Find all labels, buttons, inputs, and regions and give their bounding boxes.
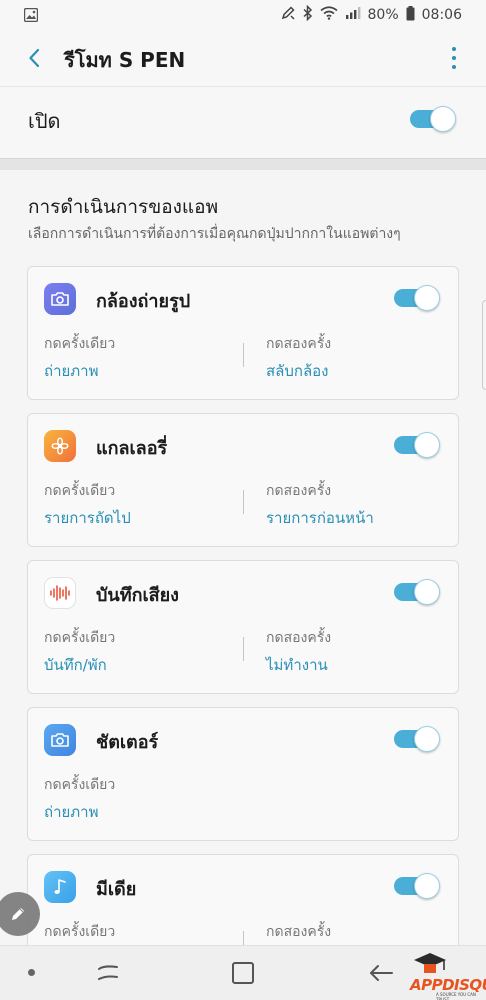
section-subtitle: เลือกการดำเนินการที่ต้องการเมื่อคุณกดปุ่… (28, 226, 401, 242)
app-card-camera[interactable]: กล้องถ่ายรูป กดครั้งเดียว ถ่ายภาพ กดสองค… (27, 266, 459, 400)
single-press-label: กดครั้งเดียว (44, 630, 116, 646)
app-card-voice-recorder[interactable]: บันทึกเสียง กดครั้งเดียว บันทึก/พัก กดสอ… (27, 560, 459, 694)
more-options-button[interactable] (448, 44, 460, 72)
single-press-label: กดครั้งเดียว (44, 777, 116, 793)
double-press-action[interactable]: สลับกล้อง (266, 359, 328, 383)
app-name: ชัตเตอร์ (96, 732, 159, 753)
app-bar: รีโมท S PEN (0, 30, 486, 86)
single-press-action[interactable]: ถ่ายภาพ (44, 800, 99, 824)
column-divider (243, 637, 244, 661)
master-toggle[interactable] (410, 106, 456, 132)
bluetooth-icon (303, 4, 313, 25)
home-button[interactable] (232, 962, 254, 984)
double-press-action[interactable]: ไม่ทำงาน (266, 653, 328, 677)
column-divider (243, 343, 244, 367)
camera-icon (44, 283, 76, 315)
recent-apps-icon (98, 965, 118, 980)
app-name: บันทึกเสียง (96, 585, 179, 606)
nav-back-button[interactable] (368, 961, 394, 989)
app-toggle[interactable] (394, 432, 440, 458)
master-switch-row[interactable]: เปิด (0, 86, 486, 158)
column-divider (243, 490, 244, 514)
watermark-tagline: A SOURCE YOU CAN TRUST (436, 992, 476, 1000)
graduation-cap-logo-icon (414, 953, 446, 973)
wifi-icon (320, 6, 338, 24)
app-toggle[interactable] (394, 873, 440, 899)
app-toggle[interactable] (394, 285, 440, 311)
double-press-action[interactable]: รายการก่อนหน้า (266, 506, 374, 530)
app-card-shutter[interactable]: ชัตเตอร์ กดครั้งเดียว ถ่ายภาพ (27, 707, 459, 841)
chevron-left-icon (29, 48, 40, 68)
status-bar: 80% 08:06 (0, 0, 486, 30)
scrollbar[interactable] (482, 300, 486, 390)
music-note-icon (44, 871, 76, 903)
section-title: การดำเนินการของแอพ (28, 196, 219, 218)
double-press-label: กดสองครั้ง (266, 924, 332, 940)
nav-dot-indicator (28, 969, 35, 976)
back-arrow-icon (370, 965, 393, 981)
app-card-gallery[interactable]: แกลเลอรี่ กดครั้งเดียว รายการถัดไป กดสอง… (27, 413, 459, 547)
app-toggle[interactable] (394, 726, 440, 752)
pen-icon (280, 5, 296, 25)
more-vertical-icon (452, 47, 456, 51)
battery-percent: 80% (367, 7, 399, 23)
double-press-label: กดสองครั้ง (266, 483, 332, 499)
gallery-flower-icon (44, 430, 76, 462)
single-press-action[interactable]: รายการถัดไป (44, 506, 131, 530)
app-name: แกลเลอรี่ (96, 438, 168, 459)
app-toggle[interactable] (394, 579, 440, 605)
double-press-label: กดสองครั้ง (266, 630, 332, 646)
gallery-notification-icon (23, 7, 39, 26)
single-press-label: กดครั้งเดียว (44, 336, 116, 352)
clock: 08:06 (421, 7, 462, 23)
appdisqus-watermark-logo: APPDISQUS A SOURCE YOU CAN TRUST (408, 950, 486, 1000)
battery-icon (406, 5, 415, 25)
voice-recorder-icon (44, 577, 76, 609)
single-press-label: กดครั้งเดียว (44, 483, 116, 499)
master-switch-label: เปิด (28, 109, 61, 133)
app-name: กล้องถ่ายรูป (96, 291, 191, 312)
single-press-action[interactable]: ถ่ายภาพ (44, 359, 99, 383)
signal-icon (345, 6, 361, 24)
back-button[interactable] (22, 45, 46, 71)
app-name: มีเดีย (96, 879, 137, 900)
single-press-action[interactable]: บันทึก/พัก (44, 653, 107, 677)
camera-icon (44, 724, 76, 756)
page-title: รีโมท S PEN (64, 48, 186, 72)
section-divider (0, 158, 486, 170)
single-press-label: กดครั้งเดียว (44, 924, 116, 940)
pencil-icon (12, 908, 24, 920)
recent-apps-button[interactable] (97, 961, 119, 989)
double-press-label: กดสองครั้ง (266, 336, 332, 352)
